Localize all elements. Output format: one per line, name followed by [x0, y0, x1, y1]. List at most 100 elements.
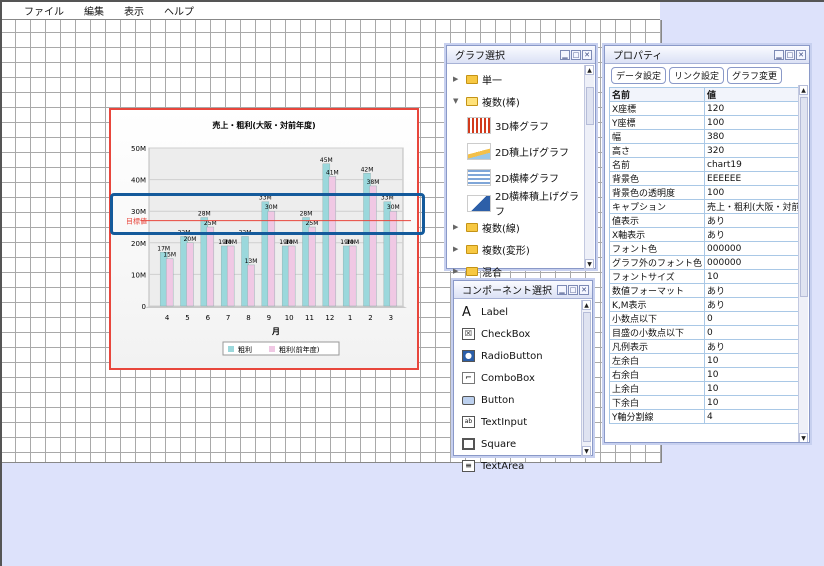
property-value[interactable]: 100	[704, 115, 804, 130]
property-value[interactable]: あり	[704, 283, 804, 298]
property-row[interactable]: 左余白 10	[608, 353, 804, 368]
component-item-button[interactable]: Button	[454, 389, 592, 411]
property-value[interactable]: 10	[704, 381, 804, 396]
property-row[interactable]: Y軸分割線 4	[608, 409, 804, 424]
menu-file[interactable]: ファイル	[24, 3, 64, 18]
tree-item-multi-bar[interactable]: ▼ 複数(棒)	[453, 90, 589, 112]
property-row[interactable]: 名前 chart19	[608, 157, 804, 172]
property-value[interactable]: 4	[704, 409, 804, 424]
close-icon[interactable]: ✕	[796, 49, 806, 60]
tree-item-2d-horizontal-stacked[interactable]: 2D横棒積上げグラフ	[453, 190, 589, 218]
property-row[interactable]: 数値フォーマット あり	[608, 283, 804, 298]
property-row[interactable]: フォント色 000000	[608, 241, 804, 256]
property-value[interactable]: 10	[704, 367, 804, 382]
restore-icon[interactable]: □	[571, 49, 581, 60]
property-row[interactable]: 背景色 EEEEEE	[608, 171, 804, 186]
component-panel-scrollbar[interactable]: ▲ ▼	[581, 300, 591, 456]
property-row[interactable]: 値表示 あり	[608, 213, 804, 228]
property-panel-titlebar[interactable]: プロパティ ▁ □ ✕	[605, 46, 809, 64]
restore-icon[interactable]: □	[568, 284, 578, 295]
property-value[interactable]: 0	[704, 311, 804, 326]
scroll-thumb[interactable]	[800, 97, 808, 297]
property-value[interactable]: あり	[704, 339, 804, 354]
property-value[interactable]: 売上・粗利(大阪・対前	[704, 199, 804, 214]
property-row[interactable]: X軸表示 あり	[608, 227, 804, 242]
property-value[interactable]: 100	[704, 185, 804, 200]
scroll-down-icon[interactable]: ▼	[799, 433, 808, 442]
component-item-checkbox[interactable]: ☒ CheckBox	[454, 323, 592, 345]
property-value[interactable]: 10	[704, 395, 804, 410]
property-value[interactable]: 120	[704, 101, 804, 116]
property-row[interactable]: Y座標 100	[608, 115, 804, 130]
property-row[interactable]: 高さ 320	[608, 143, 804, 158]
chart-component[interactable]: 売上・粗利(大阪・対前年度) 50M 40M 30M 20M 10M 0 17M 15M 4 22M…	[109, 108, 419, 370]
restore-icon[interactable]: □	[785, 49, 795, 60]
property-row[interactable]: 目盛の小数点以下 0	[608, 325, 804, 340]
scroll-thumb[interactable]	[583, 312, 591, 442]
menu-edit[interactable]: 編集	[84, 3, 104, 18]
component-item-radiobutton[interactable]: ● RadioButton	[454, 345, 592, 367]
collapse-arrow-icon[interactable]: ▼	[453, 97, 462, 105]
graph-panel-titlebar[interactable]: グラフ選択 ▁ □ ✕	[447, 46, 595, 64]
tree-item-2d-horizontal[interactable]: 2D横棒グラフ	[453, 164, 589, 190]
property-row[interactable]: 凡例表示 あり	[608, 339, 804, 354]
property-row[interactable]: 右余白 10	[608, 367, 804, 382]
component-item-textarea[interactable]: ≡ TextArea	[454, 455, 592, 477]
close-icon[interactable]: ✕	[579, 284, 589, 295]
property-row[interactable]: X座標 120	[608, 101, 804, 116]
property-row[interactable]: キャプション 売上・粗利(大阪・対前	[608, 199, 804, 214]
menu-help[interactable]: ヘルプ	[164, 3, 194, 18]
property-value[interactable]: あり	[704, 227, 804, 242]
change-graph-button[interactable]: グラフ変更	[727, 67, 783, 84]
scroll-down-icon[interactable]: ▼	[582, 446, 591, 456]
component-item-square[interactable]: Square	[454, 433, 592, 455]
component-panel-titlebar[interactable]: コンポーネント選択 ▁ □ ✕	[454, 281, 592, 299]
scroll-up-icon[interactable]: ▲	[585, 65, 594, 75]
menu-view[interactable]: 表示	[124, 3, 144, 18]
minimize-icon[interactable]: ▁	[560, 49, 570, 60]
minimize-icon[interactable]: ▁	[774, 49, 784, 60]
tree-item-mixed[interactable]: ▶ 混合	[453, 260, 589, 282]
property-value[interactable]: 0	[704, 325, 804, 340]
property-row[interactable]: 小数点以下 0	[608, 311, 804, 326]
property-value[interactable]: 10	[704, 269, 804, 284]
minimize-icon[interactable]: ▁	[557, 284, 567, 295]
property-value[interactable]: あり	[704, 297, 804, 312]
property-value[interactable]: あり	[704, 213, 804, 228]
component-item-combobox[interactable]: ⌐ ComboBox	[454, 367, 592, 389]
component-item-label[interactable]: A Label	[454, 301, 592, 323]
expand-arrow-icon[interactable]: ▶	[453, 75, 462, 83]
property-row[interactable]: フォントサイズ 10	[608, 269, 804, 284]
property-value[interactable]: 000000	[704, 255, 804, 270]
property-value[interactable]: 10	[704, 353, 804, 368]
expand-arrow-icon[interactable]: ▶	[453, 245, 462, 253]
scroll-up-icon[interactable]: ▲	[799, 85, 808, 95]
scroll-down-icon[interactable]: ▼	[585, 259, 594, 269]
property-value[interactable]: EEEEEE	[704, 171, 804, 186]
graph-panel-scrollbar[interactable]: ▲ ▼	[584, 65, 594, 269]
tree-item-2d-stacked[interactable]: 2D積上げグラフ	[453, 138, 589, 164]
component-item-textinput[interactable]: ab TextInput	[454, 411, 592, 433]
scroll-thumb[interactable]	[586, 87, 594, 125]
tree-item-3d-bar[interactable]: 3D棒グラフ	[453, 112, 589, 138]
tree-item-single[interactable]: ▶ 単一	[453, 68, 589, 90]
property-row[interactable]: K,M表示 あり	[608, 297, 804, 312]
scroll-up-icon[interactable]: ▲	[582, 300, 591, 310]
property-row[interactable]: 背景色の透明度 100	[608, 185, 804, 200]
property-row[interactable]: グラフ外のフォント色 000000	[608, 255, 804, 270]
expand-arrow-icon[interactable]: ▶	[453, 223, 462, 231]
data-settings-button[interactable]: データ設定	[611, 67, 667, 84]
property-row[interactable]: 幅 380	[608, 129, 804, 144]
property-panel-scrollbar[interactable]: ▲ ▼	[798, 85, 808, 442]
property-value[interactable]: chart19	[704, 157, 804, 172]
property-row[interactable]: 下余白 10	[608, 395, 804, 410]
tree-item-multi-variant[interactable]: ▶ 複数(変形)	[453, 238, 589, 260]
property-value[interactable]: 320	[704, 143, 804, 158]
property-row[interactable]: 上余白 10	[608, 381, 804, 396]
tree-item-multi-line[interactable]: ▶ 複数(線)	[453, 216, 589, 238]
expand-arrow-icon[interactable]: ▶	[453, 267, 462, 275]
close-icon[interactable]: ✕	[582, 49, 592, 60]
property-value[interactable]: 380	[704, 129, 804, 144]
link-settings-button[interactable]: リンク設定	[669, 67, 725, 84]
property-value[interactable]: 000000	[704, 241, 804, 256]
